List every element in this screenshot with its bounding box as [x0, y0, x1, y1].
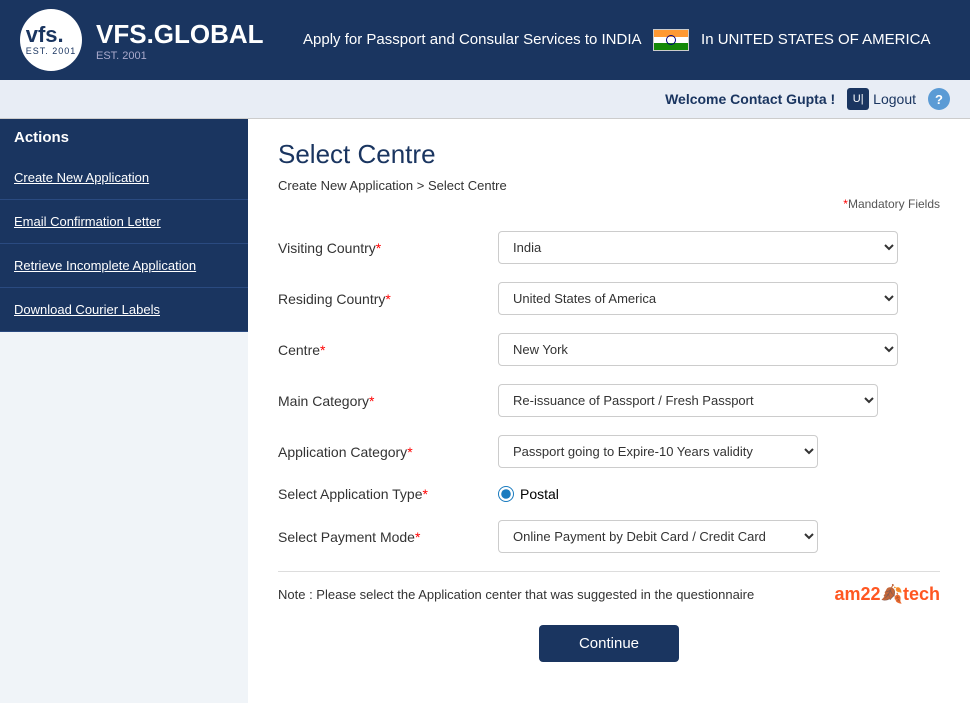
vfs-logo: vfs. EST. 2001	[20, 9, 82, 71]
divider	[278, 571, 940, 572]
sidebar-item-retrieve[interactable]: Retrieve Incomplete Application	[0, 244, 248, 288]
centre-field: New York San Francisco Chicago	[498, 333, 898, 366]
residing-country-field: United States of America	[498, 282, 898, 315]
payment-mode-row: Select Payment Mode* Online Payment by D…	[278, 520, 940, 553]
payment-mode-field: Online Payment by Debit Card / Credit Ca…	[498, 520, 818, 553]
residing-country-select[interactable]: United States of America	[498, 282, 898, 315]
breadcrumb-home[interactable]: Create New Application	[278, 178, 413, 193]
postal-radio[interactable]	[498, 486, 514, 502]
brand-est: EST. 2001	[96, 50, 264, 62]
app-type-field: Postal	[498, 486, 898, 502]
logout-icon: U|	[847, 88, 869, 110]
logo-vfs-text: vfs.	[26, 24, 77, 46]
am22-tech-text: tech	[903, 584, 940, 604]
residing-country-label: Residing Country*	[278, 291, 498, 307]
page-title: Select Centre	[278, 139, 940, 170]
main-category-label: Main Category*	[278, 393, 498, 409]
app-category-row: Application Category* Passport going to …	[278, 435, 940, 468]
payment-mode-label: Select Payment Mode*	[278, 529, 498, 545]
note-text: Note : Please select the Application cen…	[278, 587, 754, 602]
sidebar-header: Actions	[0, 119, 248, 156]
app-category-label: Application Category*	[278, 444, 498, 460]
brand-name: VFS.GLOBAL	[96, 19, 264, 50]
sidebar-item-download[interactable]: Download Courier Labels	[0, 288, 248, 332]
breadcrumb-separator: >	[417, 178, 428, 193]
tagline-text: Apply for Passport and Consular Services…	[303, 31, 641, 48]
am22-leaf: 🍂	[881, 584, 903, 604]
continue-row: Continue	[278, 625, 940, 662]
help-button[interactable]: ?	[928, 88, 950, 110]
postal-label: Postal	[520, 486, 559, 502]
main-category-row: Main Category* Re-issuance of Passport /…	[278, 384, 940, 417]
main-category-field: Re-issuance of Passport / Fresh Passport	[498, 384, 878, 417]
header-tagline: Apply for Passport and Consular Services…	[284, 29, 950, 51]
centre-select[interactable]: New York San Francisco Chicago	[498, 333, 898, 366]
am22-text: am22	[835, 584, 881, 604]
centre-label: Centre*	[278, 342, 498, 358]
region-text: In UNITED STATES OF AMERICA	[701, 31, 930, 48]
site-header: vfs. EST. 2001 VFS.GLOBAL EST. 2001 Appl…	[0, 0, 970, 80]
visiting-country-field: India	[498, 231, 898, 264]
select-centre-form: Visiting Country* India Residing Country…	[278, 231, 940, 662]
residing-country-row: Residing Country* United States of Ameri…	[278, 282, 940, 315]
note-row: Note : Please select the Application cen…	[278, 584, 940, 605]
app-category-field: Passport going to Expire-10 Years validi…	[498, 435, 818, 468]
welcome-message: Welcome Contact Gupta !	[665, 91, 835, 107]
app-type-row: Select Application Type* Postal	[278, 486, 940, 502]
app-type-label: Select Application Type*	[278, 486, 498, 502]
india-flag	[653, 29, 689, 51]
payment-mode-select[interactable]: Online Payment by Debit Card / Credit Ca…	[498, 520, 818, 553]
mandatory-note: *Mandatory Fields	[278, 197, 940, 211]
am22-brand: am22🍂tech	[835, 584, 940, 605]
visiting-country-label: Visiting Country*	[278, 240, 498, 256]
sidebar: Actions Create New Application Email Con…	[0, 119, 248, 703]
logo-est: EST. 2001	[26, 46, 77, 56]
app-category-select[interactable]: Passport going to Expire-10 Years validi…	[498, 435, 818, 468]
continue-button[interactable]: Continue	[539, 625, 679, 662]
centre-row: Centre* New York San Francisco Chicago	[278, 333, 940, 366]
logout-label: Logout	[873, 91, 916, 107]
logout-button[interactable]: U| Logout	[847, 88, 916, 110]
main-category-select[interactable]: Re-issuance of Passport / Fresh Passport	[498, 384, 878, 417]
sidebar-item-email-confirm[interactable]: Email Confirmation Letter	[0, 200, 248, 244]
top-bar: Welcome Contact Gupta ! U| Logout ?	[0, 80, 970, 119]
visiting-country-row: Visiting Country* India	[278, 231, 940, 264]
breadcrumb-current: Select Centre	[428, 178, 507, 193]
sidebar-item-create-new[interactable]: Create New Application	[0, 156, 248, 200]
main-layout: Actions Create New Application Email Con…	[0, 119, 970, 703]
main-content: Select Centre Create New Application > S…	[248, 119, 970, 703]
visiting-country-select[interactable]: India	[498, 231, 898, 264]
breadcrumb: Create New Application > Select Centre	[278, 178, 940, 193]
